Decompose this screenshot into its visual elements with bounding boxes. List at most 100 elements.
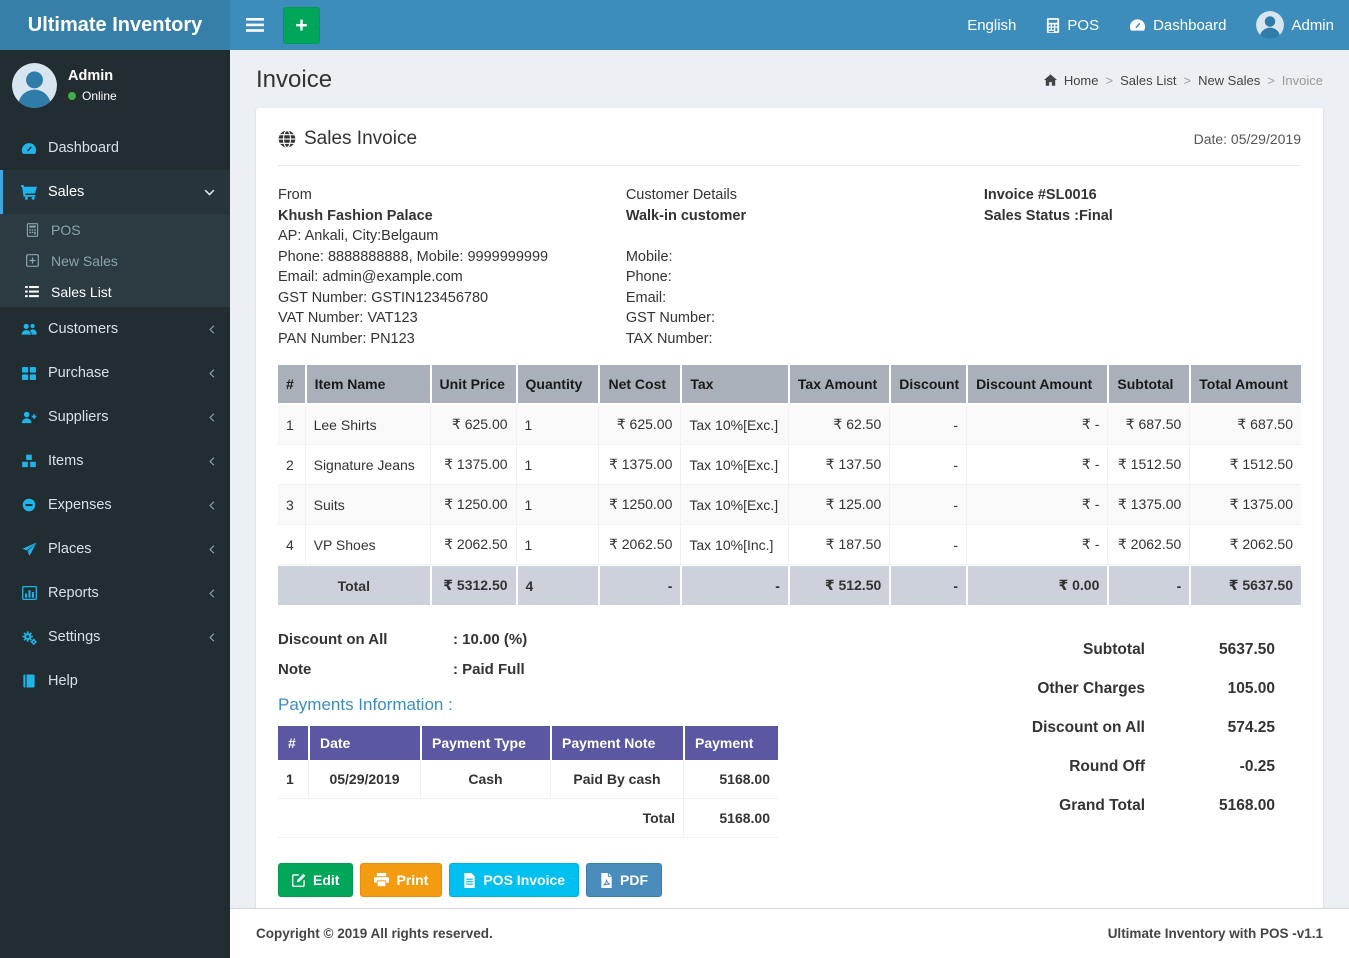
main-header: Ultimate Inventory + English POS	[0, 0, 1349, 50]
tachometer-icon	[20, 140, 38, 156]
chevron-down-icon	[204, 189, 215, 196]
chevron-left-icon	[209, 368, 215, 379]
sidebar-item-purchase[interactable]: Purchase	[0, 351, 230, 395]
summary-row: Other Charges105.00	[930, 680, 1275, 698]
sidebar-item-new-sales[interactable]: New Sales	[0, 245, 230, 276]
item-cell: 1	[278, 405, 305, 445]
sidebar-user-panel: Admin Online	[0, 50, 230, 122]
payment-row: 105/29/2019CashPaid By cash5168.00	[278, 760, 778, 799]
payments-table: #DatePayment TypePayment NotePayment 105…	[278, 726, 778, 838]
breadcrumb-home[interactable]: Home	[1064, 73, 1099, 88]
items-table: #Item NameUnit PriceQuantityNet CostTaxT…	[278, 365, 1301, 605]
sidebar-item-customers[interactable]: Customers	[0, 307, 230, 351]
nav-pos[interactable]: POS	[1031, 0, 1114, 50]
calculator-icon	[1046, 18, 1060, 33]
sidebar-toggle-button[interactable]	[230, 0, 280, 50]
sidebar-item-help[interactable]: Help	[0, 659, 230, 703]
sidebar-item-sales-list[interactable]: Sales List	[0, 276, 230, 307]
chevron-left-icon	[209, 544, 215, 555]
items-total-cell: ₹ 5637.50	[1189, 565, 1301, 605]
sidebar-item-pos[interactable]: POS	[0, 214, 230, 245]
summary-row: Grand Total5168.00	[930, 797, 1275, 815]
chevron-left-icon	[209, 588, 215, 599]
item-cell: 1	[516, 525, 599, 565]
pos-invoice-button[interactable]: POS Invoice	[449, 863, 579, 897]
top-navbar: + English POS Dashboard	[230, 0, 1349, 50]
payment-cell: Cash	[420, 760, 550, 799]
item-cell: ₹ 2062.50	[1107, 525, 1189, 565]
item-cell: 1	[516, 485, 599, 525]
items-col-header: Item Name	[305, 365, 430, 405]
breadcrumb-new-sales[interactable]: New Sales	[1198, 73, 1260, 88]
invoice-card-title: Sales Invoice	[304, 128, 417, 150]
book-icon	[20, 673, 38, 689]
items-total-cell: 4	[516, 565, 599, 605]
summary-label: Discount on All	[1032, 719, 1145, 737]
navbar-right-menu: English POS Dashboard	[952, 0, 1349, 50]
app: Ultimate Inventory + English POS	[0, 0, 1349, 958]
item-cell: Tax 10%[Exc.]	[680, 445, 788, 485]
payments-col-header: Date	[308, 726, 420, 760]
sidebar-item-settings[interactable]: Settings	[0, 615, 230, 659]
sidebar-item-expenses[interactable]: Expenses	[0, 483, 230, 527]
sidebar-item-places[interactable]: Places	[0, 527, 230, 571]
item-cell: 1	[516, 405, 599, 445]
nav-language[interactable]: English	[952, 0, 1031, 50]
invoice-info: From Khush Fashion Palace AP: Ankali, Ci…	[278, 185, 1301, 349]
item-cell: ₹ 1375.00	[598, 445, 680, 485]
sidebar-item-reports[interactable]: Reports	[0, 571, 230, 615]
grid-icon	[20, 365, 38, 381]
plus-icon: +	[295, 15, 307, 36]
item-cell: ₹ -	[966, 405, 1107, 445]
item-cell: ₹ 625.00	[430, 405, 516, 445]
summary-row: Discount on All574.25	[930, 719, 1275, 737]
sidebar-item-items[interactable]: Items	[0, 439, 230, 483]
sidebar-user-status[interactable]: Online	[68, 89, 117, 103]
summary-value: 105.00	[1145, 680, 1275, 698]
items-col-header: Tax Amount	[788, 365, 889, 405]
item-cell: 2	[278, 445, 305, 485]
sidebar-user-name: Admin	[68, 68, 117, 84]
item-cell: Signature Jeans	[305, 445, 430, 485]
summary-label: Other Charges	[1037, 680, 1145, 698]
breadcrumb-current: Invoice	[1282, 73, 1323, 88]
sidebar-item-sales[interactable]: Sales	[0, 170, 230, 214]
item-cell: ₹ 1250.00	[430, 485, 516, 525]
items-total-cell: -	[680, 565, 788, 605]
item-cell: Lee Shirts	[305, 405, 430, 445]
plus-square-icon	[23, 253, 41, 269]
company-name: Khush Fashion Palace	[278, 206, 626, 227]
item-cell: -	[889, 525, 966, 565]
sidebar-item-dashboard[interactable]: Dashboard	[0, 126, 230, 170]
item-cell: -	[889, 405, 966, 445]
items-col-header: Discount	[889, 365, 966, 405]
edit-button[interactable]: Edit	[278, 863, 353, 897]
items-table-total-row: Total₹ 5312.504--₹ 512.50-₹ 0.00-₹ 5637.…	[278, 565, 1301, 605]
sidebar-item-suppliers[interactable]: Suppliers	[0, 395, 230, 439]
item-cell: ₹ 62.50	[788, 405, 889, 445]
print-button[interactable]: Print	[360, 863, 442, 897]
pencil-icon	[292, 873, 306, 887]
discount-on-all-row: Discount on All : 10.00 (%)	[278, 631, 930, 648]
breadcrumb-sales-list[interactable]: Sales List	[1120, 73, 1176, 88]
quick-add-button[interactable]: +	[283, 7, 320, 44]
pdf-button[interactable]: PDF	[586, 863, 662, 897]
nav-dashboard[interactable]: Dashboard	[1114, 0, 1241, 50]
nav-user[interactable]: Admin	[1241, 0, 1349, 50]
brand-logo[interactable]: Ultimate Inventory	[0, 0, 230, 50]
summary-label: Round Off	[1069, 758, 1145, 776]
chevron-left-icon	[209, 500, 215, 511]
payment-cell: 05/29/2019	[308, 760, 420, 799]
summary-value: -0.25	[1145, 758, 1275, 776]
item-cell: ₹ 187.50	[788, 525, 889, 565]
item-row: 4VP Shoes₹ 2062.501₹ 2062.50Tax 10%[Inc.…	[278, 525, 1301, 565]
invoice-meta-section: Invoice #SL0016 Sales Status :Final	[984, 185, 1301, 349]
items-total-cell: ₹ 512.50	[788, 565, 889, 605]
hamburger-icon	[246, 18, 264, 32]
items-total-cell: -	[598, 565, 680, 605]
item-cell: Suits	[305, 485, 430, 525]
note-row: Note : Paid Full	[278, 661, 930, 678]
sidebar: Admin Online Dashboard Sales	[0, 50, 230, 958]
items-col-header: Quantity	[516, 365, 599, 405]
online-status-dot	[68, 92, 76, 100]
